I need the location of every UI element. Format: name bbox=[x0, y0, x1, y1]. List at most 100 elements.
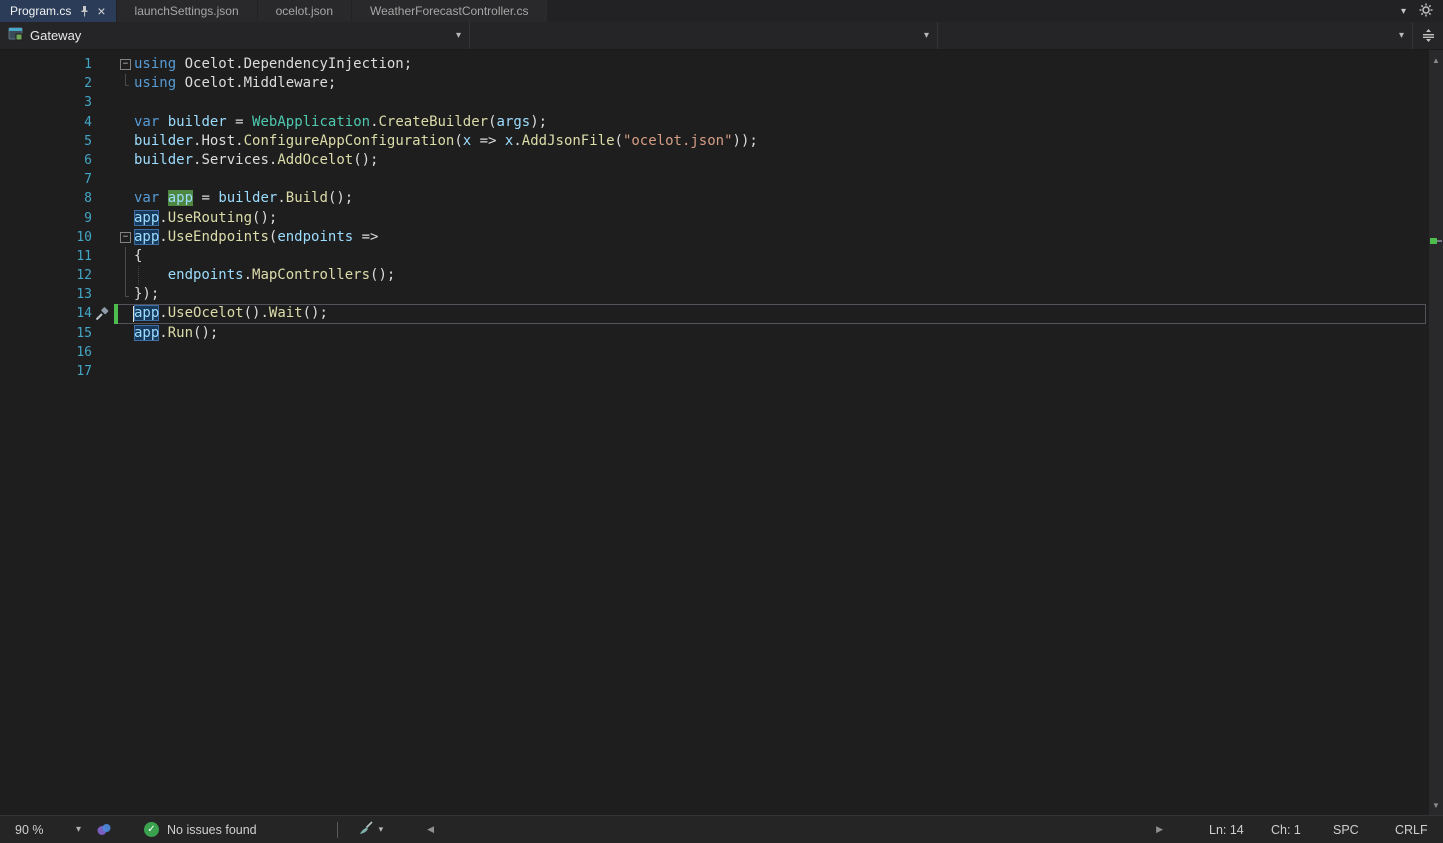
line-ending-indicator[interactable]: CRLF bbox=[1395, 823, 1433, 837]
code-line[interactable]: 16 bbox=[0, 343, 1429, 362]
code-text[interactable]: app.Run(); bbox=[134, 324, 1429, 343]
code-line[interactable]: 3 bbox=[0, 93, 1429, 112]
code-line[interactable]: 8 var app = builder.Build(); bbox=[0, 189, 1429, 208]
fold-margin[interactable] bbox=[119, 151, 134, 170]
close-icon[interactable]: × bbox=[97, 4, 105, 18]
fold-margin[interactable] bbox=[119, 285, 134, 304]
status-forward-icon[interactable]: ▶ bbox=[1156, 824, 1163, 835]
code-text[interactable]: builder.Host.ConfigureAppConfiguration(x… bbox=[134, 132, 1429, 151]
code-line[interactable]: 14app.UseOcelot().Wait(); bbox=[0, 304, 1429, 323]
fold-margin[interactable] bbox=[119, 74, 134, 93]
code-text[interactable]: using Ocelot.DependencyInjection; bbox=[134, 55, 1429, 74]
breakpoint-margin[interactable] bbox=[0, 93, 60, 112]
fold-margin[interactable] bbox=[119, 170, 134, 189]
breakpoint-margin[interactable] bbox=[0, 74, 60, 93]
scroll-up-icon[interactable]: ▲ bbox=[1429, 53, 1443, 67]
code-area[interactable]: 1−using Ocelot.DependencyInjection;2usin… bbox=[0, 50, 1429, 815]
fold-margin[interactable] bbox=[119, 189, 134, 208]
fold-margin[interactable] bbox=[119, 113, 134, 132]
code-line[interactable]: 13}); bbox=[0, 285, 1429, 304]
code-token: . bbox=[159, 210, 167, 226]
code-line[interactable]: 1−using Ocelot.DependencyInjection; bbox=[0, 55, 1429, 74]
scroll-down-icon[interactable]: ▼ bbox=[1429, 798, 1443, 812]
code-line[interactable]: 12 endpoints.MapControllers(); bbox=[0, 266, 1429, 285]
breakpoint-margin[interactable] bbox=[0, 304, 60, 323]
split-editor-icon[interactable] bbox=[1413, 22, 1443, 49]
code-line[interactable]: 7 bbox=[0, 170, 1429, 189]
code-text[interactable]: var app = builder.Build(); bbox=[134, 189, 1429, 208]
code-text[interactable]: app.UseOcelot().Wait(); bbox=[134, 304, 1429, 323]
type-dropdown[interactable]: ▾ bbox=[470, 22, 938, 49]
code-line[interactable]: 10−app.UseEndpoints(endpoints => bbox=[0, 228, 1429, 247]
change-margin bbox=[113, 228, 119, 247]
fold-margin[interactable] bbox=[119, 209, 134, 228]
project-dropdown[interactable]: Gateway ▾ bbox=[0, 22, 470, 49]
window-list-chevron-icon[interactable]: ▾ bbox=[1401, 6, 1406, 17]
fold-margin[interactable] bbox=[119, 93, 134, 112]
status-back-icon[interactable]: ◀ bbox=[427, 824, 434, 835]
pin-icon[interactable] bbox=[80, 5, 89, 17]
fold-margin[interactable] bbox=[119, 304, 134, 323]
zoom-selector[interactable]: 90 % ▾ bbox=[10, 816, 86, 843]
code-text[interactable]: app.UseRouting(); bbox=[134, 209, 1429, 228]
breakpoint-margin[interactable] bbox=[0, 266, 60, 285]
vertical-scrollbar[interactable]: ▲ ▼ bbox=[1429, 50, 1443, 815]
tab-program-cs[interactable]: Program.cs × bbox=[0, 0, 116, 22]
code-text[interactable]: var builder = WebApplication.CreateBuild… bbox=[134, 113, 1429, 132]
whitespace-indicator[interactable]: SPC bbox=[1333, 823, 1371, 837]
breakpoint-margin[interactable] bbox=[0, 343, 60, 362]
tab-weatherforecastcontroller-cs[interactable]: WeatherForecastController.cs bbox=[352, 0, 547, 22]
code-line[interactable]: 6builder.Services.AddOcelot(); bbox=[0, 151, 1429, 170]
breakpoint-margin[interactable] bbox=[0, 209, 60, 228]
fold-collapse-icon[interactable]: − bbox=[120, 59, 131, 70]
breakpoint-margin[interactable] bbox=[0, 151, 60, 170]
glyph-margin bbox=[92, 285, 113, 304]
breakpoint-margin[interactable] bbox=[0, 132, 60, 151]
glyph-margin bbox=[92, 55, 113, 74]
code-line[interactable]: 2using Ocelot.Middleware; bbox=[0, 74, 1429, 93]
fold-collapse-icon[interactable]: − bbox=[120, 232, 131, 243]
fold-margin[interactable]: − bbox=[119, 228, 134, 247]
code-line[interactable]: 9 app.UseRouting(); bbox=[0, 209, 1429, 228]
fold-margin[interactable]: − bbox=[119, 55, 134, 74]
code-line[interactable]: 15app.Run(); bbox=[0, 324, 1429, 343]
fold-margin[interactable] bbox=[119, 362, 134, 381]
tab-ocelot-json[interactable]: ocelot.json bbox=[258, 0, 351, 22]
fold-margin[interactable] bbox=[119, 343, 134, 362]
code-text[interactable]: using Ocelot.Middleware; bbox=[134, 74, 1429, 93]
code-text[interactable]: builder.Services.AddOcelot(); bbox=[134, 151, 1429, 170]
breakpoint-margin[interactable] bbox=[0, 362, 60, 381]
breakpoint-margin[interactable] bbox=[0, 189, 60, 208]
fold-margin[interactable] bbox=[119, 266, 134, 285]
column-indicator[interactable]: Ch: 1 bbox=[1271, 823, 1309, 837]
breakpoint-margin[interactable] bbox=[0, 228, 60, 247]
code-line[interactable]: 11{ bbox=[0, 247, 1429, 266]
breakpoint-margin[interactable] bbox=[0, 113, 60, 132]
symbol-highlight: app bbox=[134, 325, 159, 341]
fold-margin[interactable] bbox=[119, 324, 134, 343]
code-text[interactable]: endpoints.MapControllers(); bbox=[134, 266, 1429, 285]
member-dropdown[interactable]: ▾ bbox=[938, 22, 1413, 49]
breakpoint-margin[interactable] bbox=[0, 170, 60, 189]
fold-margin[interactable] bbox=[119, 247, 134, 266]
line-indicator[interactable]: Ln: 14 bbox=[1209, 823, 1247, 837]
breakpoint-margin[interactable] bbox=[0, 285, 60, 304]
gear-icon[interactable] bbox=[1419, 3, 1433, 20]
issues-indicator[interactable]: ✓ No issues found bbox=[144, 822, 257, 837]
code-line[interactable]: 17 bbox=[0, 362, 1429, 381]
fold-margin[interactable] bbox=[119, 132, 134, 151]
code-cleanup-button[interactable]: ▾ bbox=[358, 821, 384, 839]
line-number: 8 bbox=[60, 189, 92, 208]
code-text[interactable]: { bbox=[134, 247, 1429, 266]
breakpoint-margin[interactable] bbox=[0, 247, 60, 266]
breakpoint-margin[interactable] bbox=[0, 55, 60, 74]
code-text[interactable]: app.UseEndpoints(endpoints => bbox=[134, 228, 1429, 247]
code-text[interactable]: }); bbox=[134, 285, 1429, 304]
breakpoint-margin[interactable] bbox=[0, 324, 60, 343]
change-margin bbox=[113, 362, 119, 381]
tab-launchsettings-json[interactable]: launchSettings.json bbox=[117, 0, 257, 22]
code-line[interactable]: 5builder.Host.ConfigureAppConfiguration(… bbox=[0, 132, 1429, 151]
feedback-icon[interactable] bbox=[96, 822, 112, 837]
line-number: 9 bbox=[60, 209, 92, 228]
code-line[interactable]: 4var builder = WebApplication.CreateBuil… bbox=[0, 113, 1429, 132]
